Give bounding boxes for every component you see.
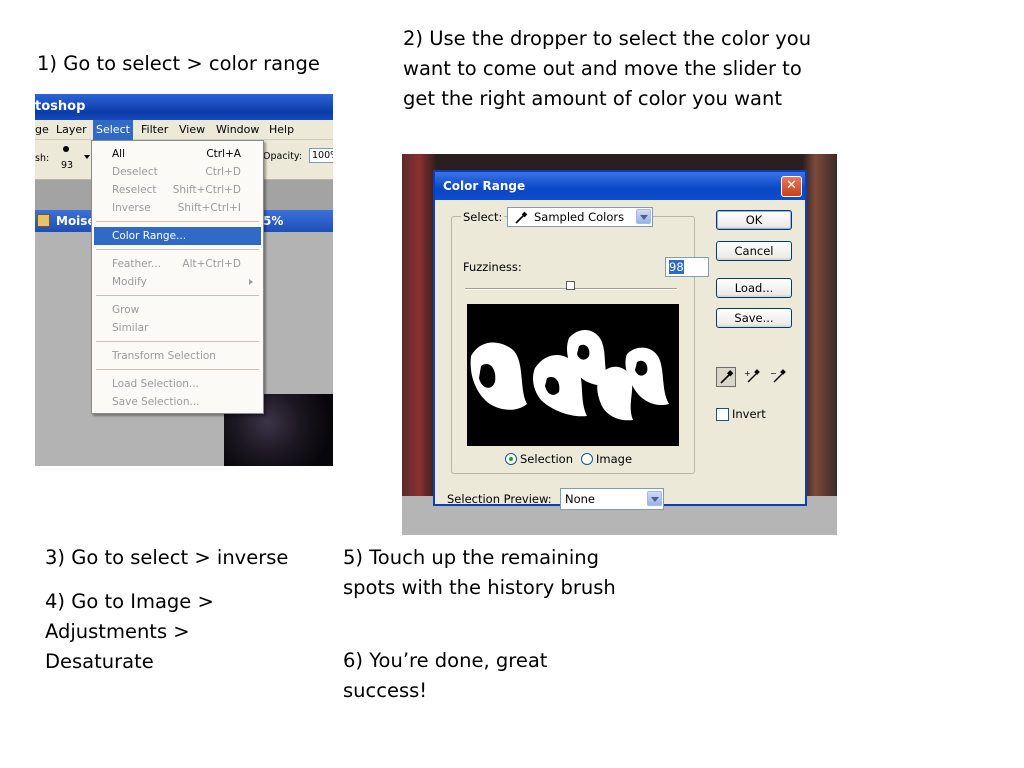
menu-item-color-range[interactable]: Color Range... — [94, 227, 261, 245]
close-icon[interactable]: ✕ — [781, 176, 802, 197]
menu-item-similar[interactable]: Similar — [94, 319, 261, 337]
select-label: Select: — [461, 210, 505, 224]
menu-bar: ge Layer Select Filter View Window Help — [35, 120, 333, 140]
document-title-left: Moise — [56, 214, 96, 228]
menu-item-label: Modify — [112, 276, 147, 288]
radio-selection-label: Selection — [520, 452, 573, 466]
radio-selection[interactable] — [505, 453, 517, 465]
menu-help[interactable]: Help — [266, 120, 297, 140]
menu-filter[interactable]: Filter — [138, 120, 171, 140]
menu-item-shortcut: Ctrl+D — [205, 166, 241, 178]
cancel-button[interactable]: Cancel — [716, 241, 792, 261]
opacity-label: Opacity: — [263, 151, 303, 162]
menu-item-shortcut: Ctrl+A — [206, 148, 241, 160]
document-icon — [37, 214, 50, 227]
selection-preview-label: Selection Preview: — [447, 492, 552, 506]
menu-separator — [96, 341, 259, 342]
color-range-dialog-screenshot: Color Range ✕ Select: Sampled Colors Fuz… — [402, 154, 837, 535]
chevron-down-icon — [636, 209, 651, 224]
menu-item-label: Deselect — [112, 166, 158, 178]
menu-image[interactable]: ge — [35, 120, 52, 140]
menu-item-shortcut: Alt+Ctrl+D — [182, 258, 241, 270]
fuzziness-label: Fuzziness: — [463, 260, 522, 274]
brush-preview-icon[interactable] — [63, 146, 69, 152]
dialog-title-bar: Color Range ✕ — [435, 172, 805, 200]
fuzziness-value: 98 — [669, 260, 684, 274]
select-menu-dropdown: All Ctrl+A Deselect Ctrl+D Reselect Shif… — [91, 140, 264, 414]
radio-image[interactable] — [581, 453, 593, 465]
selection-preview-value: None — [565, 492, 596, 506]
eyedropper-minus-icon[interactable]: − — [769, 367, 789, 387]
menu-item-label: All — [112, 148, 126, 160]
svg-text:−: − — [770, 369, 777, 378]
dialog-title: Color Range — [443, 179, 526, 193]
brush-label: sh: — [35, 153, 50, 164]
menu-item-all[interactable]: All Ctrl+A — [94, 145, 261, 163]
menu-item-label: Reselect — [112, 184, 157, 196]
eyedropper-icon — [515, 211, 528, 224]
submenu-arrow-icon — [249, 279, 253, 285]
menu-select[interactable]: Select — [93, 120, 133, 140]
menu-window[interactable]: Window — [213, 120, 262, 140]
brush-dropdown-icon[interactable] — [84, 155, 90, 159]
menu-item-label: Load Selection... — [112, 378, 199, 390]
menu-item-label: Color Range... — [112, 230, 187, 242]
ok-button[interactable]: OK — [716, 210, 792, 230]
menu-item-label: Save Selection... — [112, 396, 200, 408]
menu-item-shortcut: Shift+Ctrl+D — [172, 184, 241, 196]
app-title-bar: toshop — [35, 94, 333, 120]
menu-view[interactable]: View — [176, 120, 208, 140]
brush-size: 93 — [61, 160, 74, 171]
radio-image-label: Image — [596, 452, 633, 466]
step-6-text: 6) You’re done, great success! — [343, 649, 548, 702]
menu-item-save-selection[interactable]: Save Selection... — [94, 393, 261, 411]
fuzziness-input[interactable]: 98 — [665, 257, 709, 277]
menu-item-inverse[interactable]: Inverse Shift+Ctrl+I — [94, 199, 261, 217]
step-4-text: 4) Go to Image > Adjustments > Desaturat… — [45, 590, 214, 673]
step-2-text: 2) Use the dropper to select the color y… — [403, 27, 812, 110]
menu-item-label: Transform Selection — [112, 350, 216, 362]
menu-item-label: Feather... — [112, 258, 161, 270]
opacity-input[interactable]: 100% — [309, 148, 333, 163]
eyedropper-icon[interactable] — [716, 367, 736, 387]
selection-preview-dropdown[interactable]: None — [560, 488, 664, 510]
app-title: toshop — [35, 99, 86, 114]
step-1-text: 1) Go to select > color range — [37, 52, 320, 75]
chevron-down-icon — [647, 491, 662, 506]
menu-item-modify[interactable]: Modify — [94, 273, 261, 291]
select-dropdown[interactable]: Sampled Colors — [507, 207, 653, 227]
eyedropper-plus-icon[interactable]: + — [743, 367, 763, 387]
invert-checkbox[interactable] — [716, 408, 729, 421]
load-button[interactable]: Load... — [716, 278, 792, 298]
step-5-text: 5) Touch up the remaining spots with the… — [343, 546, 616, 599]
menu-layer[interactable]: Layer — [53, 120, 90, 140]
menu-item-label: Similar — [112, 322, 149, 334]
color-range-dialog: Color Range ✕ Select: Sampled Colors Fuz… — [433, 170, 807, 510]
menu-item-transform-selection[interactable]: Transform Selection — [94, 347, 261, 365]
photoshop-select-menu-screenshot: toshop ge Layer Select Filter View Windo… — [35, 94, 333, 466]
menu-separator — [96, 295, 259, 296]
menu-item-deselect[interactable]: Deselect Ctrl+D — [94, 163, 261, 181]
select-value: Sampled Colors — [534, 210, 625, 224]
preview-mask-graphic — [470, 329, 669, 421]
menu-item-shortcut: Shift+Ctrl+I — [177, 202, 241, 214]
fuzziness-slider-handle[interactable] — [566, 281, 575, 290]
menu-separator — [96, 249, 259, 250]
svg-text:+: + — [744, 369, 751, 378]
menu-item-load-selection[interactable]: Load Selection... — [94, 375, 261, 393]
selection-preview-image — [467, 304, 679, 446]
menu-item-reselect[interactable]: Reselect Shift+Ctrl+D — [94, 181, 261, 199]
menu-separator — [96, 221, 259, 222]
menu-separator — [96, 369, 259, 370]
menu-item-label: Inverse — [112, 202, 151, 214]
save-button[interactable]: Save... — [716, 308, 792, 328]
menu-item-grow[interactable]: Grow — [94, 301, 261, 319]
menu-item-feather[interactable]: Feather... Alt+Ctrl+D — [94, 255, 261, 273]
step-3-text: 3) Go to select > inverse — [45, 546, 289, 569]
invert-label: Invert — [732, 407, 766, 421]
menu-item-label: Grow — [112, 304, 140, 316]
